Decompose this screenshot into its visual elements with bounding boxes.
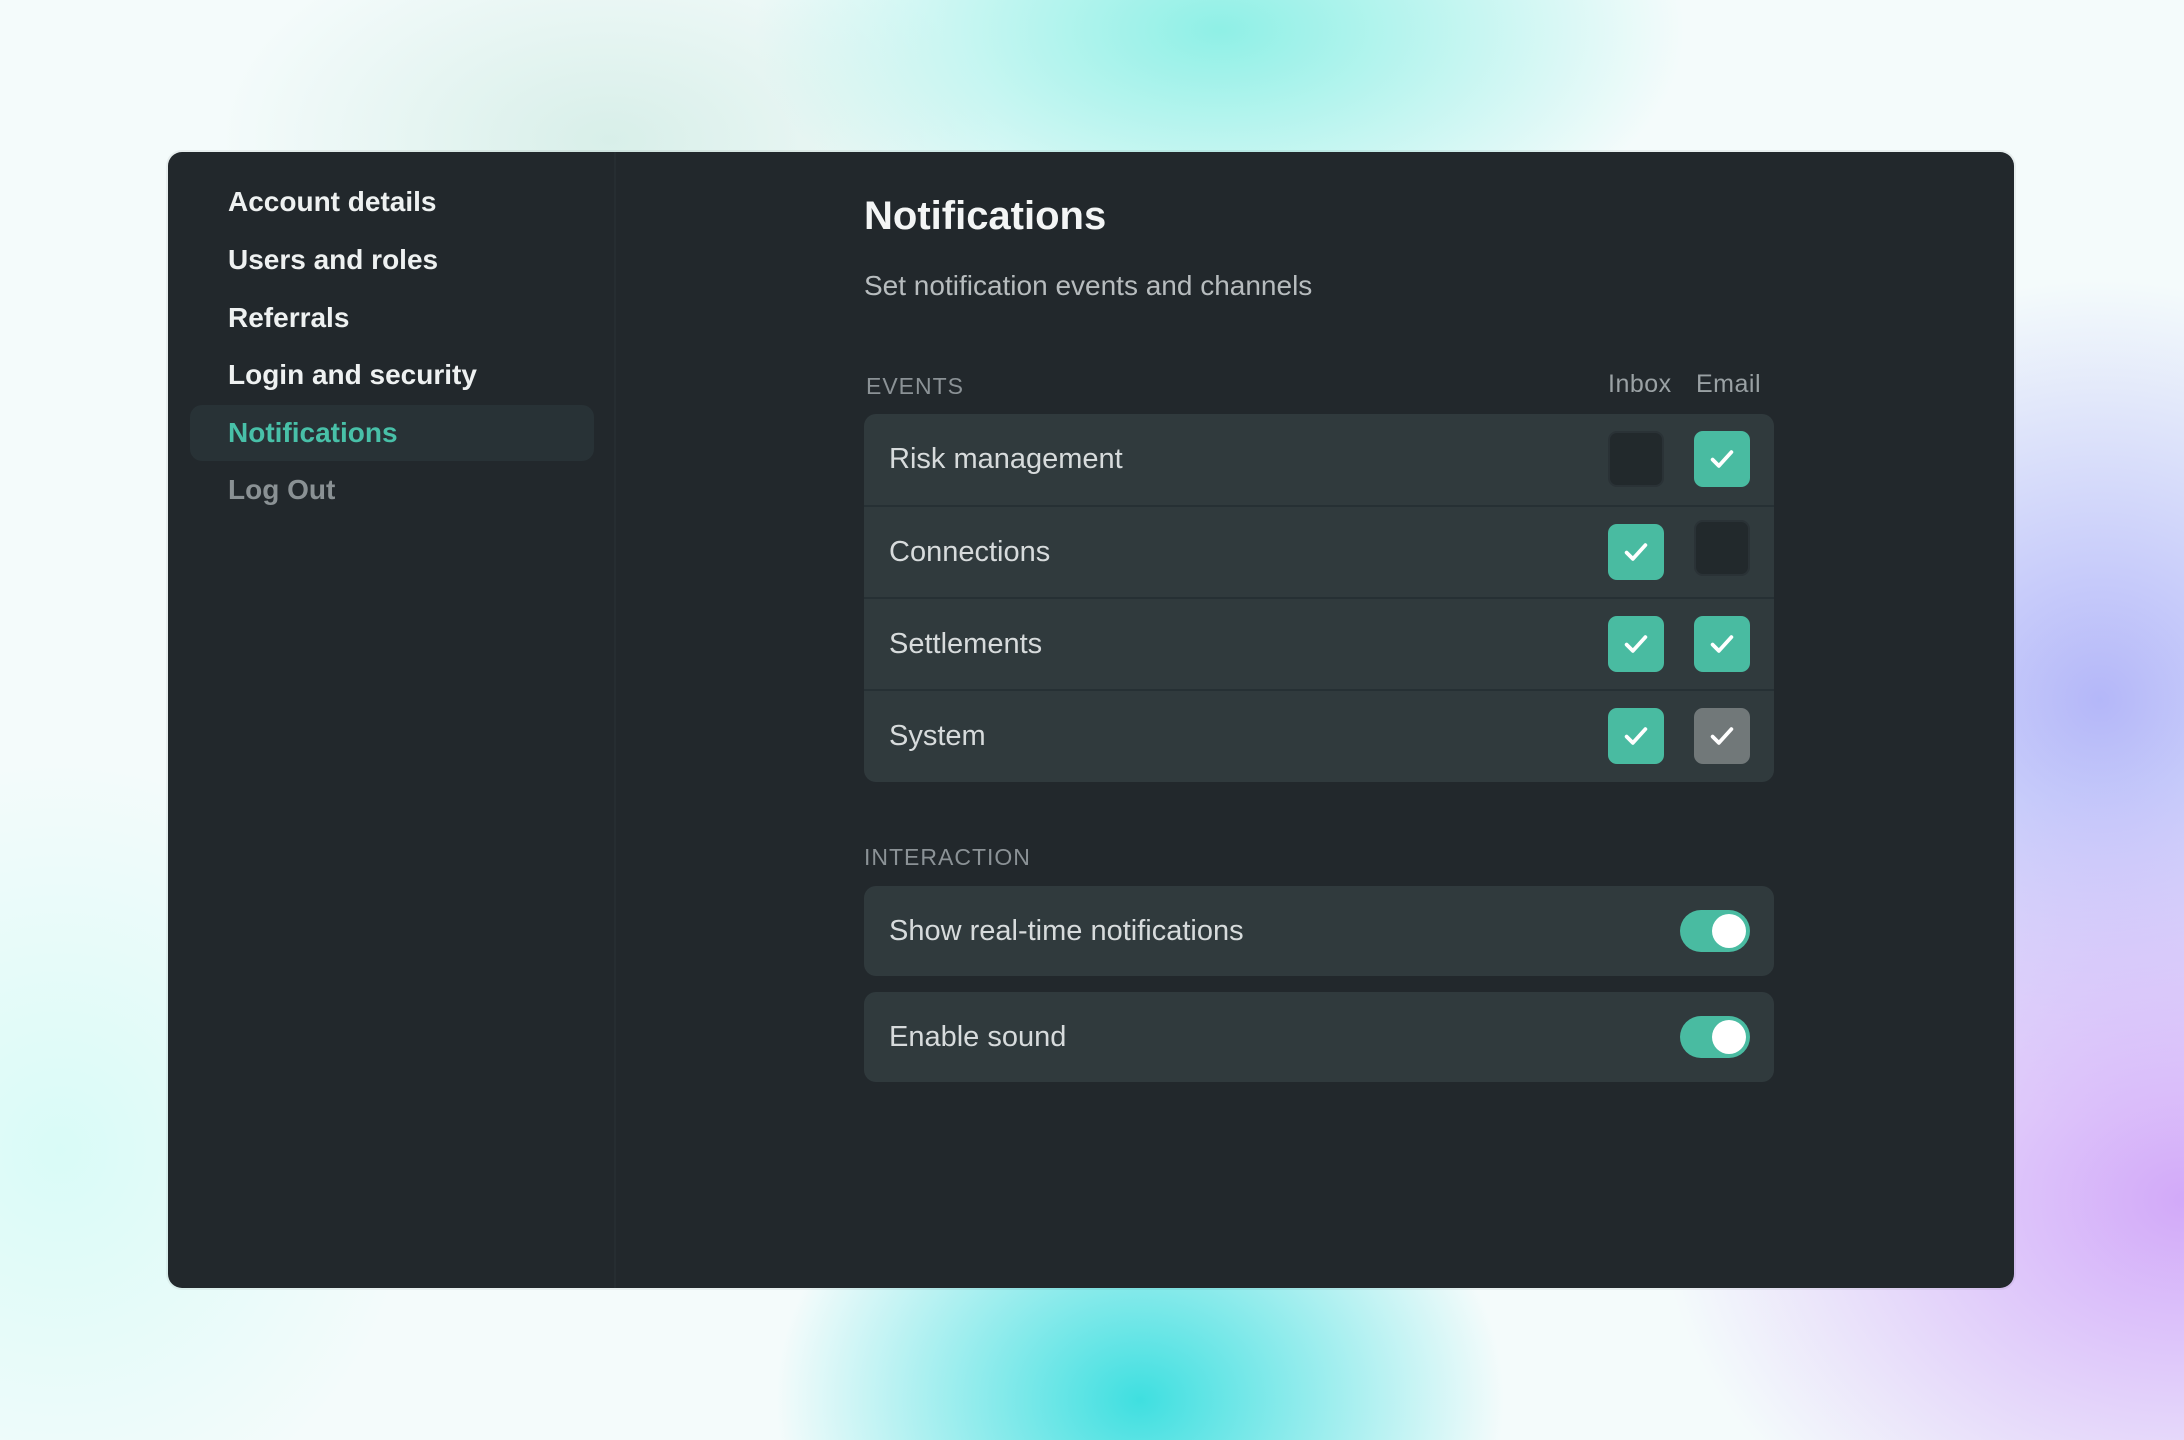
email-column-label: Email <box>1696 370 1762 398</box>
sidebar-item-login-and-security[interactable]: Login and security <box>190 347 594 403</box>
sidebar-item-referrals[interactable]: Referrals <box>190 290 594 346</box>
sidebar-item-users-and-roles[interactable]: Users and roles <box>190 232 594 288</box>
event-row-system: System <box>864 691 1774 782</box>
toggle-knob <box>1712 914 1746 948</box>
email-checkbox-connections[interactable] <box>1694 520 1750 576</box>
toggle-label: Show real-time notifications <box>889 914 1244 947</box>
event-label: Risk management <box>889 443 1123 475</box>
sidebar-item-notifications[interactable]: Notifications <box>190 405 594 461</box>
inbox-column-label: Inbox <box>1608 370 1672 398</box>
events-section-label: EVENTS <box>866 373 965 399</box>
toggle-label: Enable sound <box>889 1020 1067 1053</box>
email-checkbox-settlements[interactable] <box>1694 616 1750 672</box>
sidebar: Account details Users and roles Referral… <box>168 152 616 1288</box>
event-label: System <box>889 720 986 752</box>
event-label: Settlements <box>889 628 1043 660</box>
check-icon <box>1624 727 1648 745</box>
inbox-checkbox-connections[interactable] <box>1608 524 1664 580</box>
check-icon <box>1710 727 1734 745</box>
check-icon <box>1710 635 1734 653</box>
page-title: Notifications <box>864 194 1107 238</box>
toggle-row-enable-sound: Enable sound <box>864 992 1774 1082</box>
sidebar-item-account-details[interactable]: Account details <box>190 174 594 230</box>
settings-window: Account details Users and roles Referral… <box>168 152 2014 1288</box>
check-icon <box>1624 543 1648 561</box>
event-row-settlements: Settlements <box>864 599 1774 690</box>
inbox-checkbox-system[interactable] <box>1608 708 1664 764</box>
event-row-risk-management: Risk management <box>864 414 1774 505</box>
check-icon <box>1710 450 1734 468</box>
inbox-checkbox-settlements[interactable] <box>1608 616 1664 672</box>
enable-sound-toggle[interactable] <box>1680 1016 1750 1058</box>
toggle-knob <box>1712 1020 1746 1054</box>
check-icon <box>1624 635 1648 653</box>
email-checkbox-risk-management[interactable] <box>1694 431 1750 487</box>
event-label: Connections <box>889 536 1051 568</box>
inbox-checkbox-risk-management[interactable] <box>1608 431 1664 487</box>
events-list: Risk management Connections Settlements <box>864 414 1774 782</box>
sidebar-item-log-out[interactable]: Log Out <box>190 462 594 518</box>
real-time-notifications-toggle[interactable] <box>1680 910 1750 952</box>
email-checkbox-system[interactable] <box>1694 708 1750 764</box>
event-row-connections: Connections <box>864 507 1774 598</box>
page-subtitle: Set notification events and channels <box>864 270 1313 301</box>
toggle-row-real-time-notifications: Show real-time notifications <box>864 886 1774 976</box>
interaction-section-label: INTERACTION <box>864 844 1031 870</box>
